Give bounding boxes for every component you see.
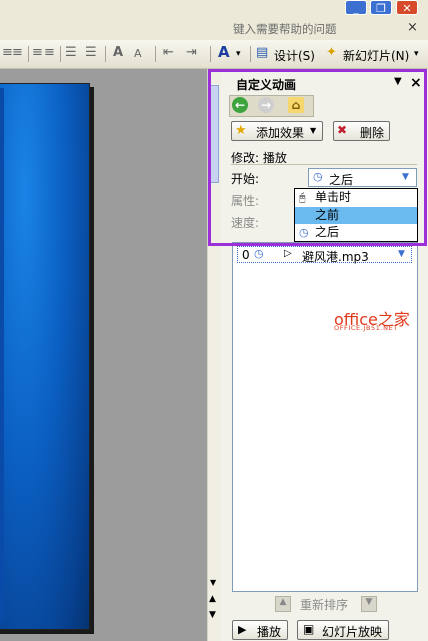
previous-slide-icon[interactable]: ▲ [209,594,216,604]
toolbar-separator [210,46,211,62]
help-close-icon[interactable]: × [407,20,418,35]
increase-font-icon[interactable]: A [113,45,123,60]
design-icon: ▤ [256,45,269,60]
help-search-input[interactable]: 键入需要帮助的问题 [233,21,337,37]
move-down-icon[interactable]: ▼ [361,596,377,612]
reorder-label: 重新排序 [300,598,349,612]
align-right-icon[interactable]: ≡ [32,45,43,60]
restore-button[interactable]: ❐ [370,0,392,15]
chevron-down-icon[interactable]: ▼ [398,249,405,259]
play-button[interactable]: ▶ 播放 [232,620,288,640]
watermark-url: OFFICE.JB51.NET [334,324,398,332]
toolbar-separator [60,46,61,62]
close-button[interactable]: ✕ [396,0,418,15]
increase-indent-icon[interactable]: ⇥ [186,45,197,60]
play-icon: ▶ [238,623,247,636]
justify-icon[interactable]: ≡ [44,45,55,60]
new-slide-icon: ✦ [326,45,337,60]
numbering-icon[interactable]: ☰ [65,45,77,60]
font-color-icon[interactable]: A [218,43,230,61]
effect-list-item[interactable]: 0 ◷ ▷ 避风港.mp3 ▼ [237,246,412,264]
toolbar-overflow-icon[interactable]: ▾ [414,49,419,59]
effect-name: 避风港.mp3 [302,250,369,264]
design-button[interactable]: 设计(S) [274,47,315,64]
clock-icon: ◷ [254,247,264,260]
slideshow-button[interactable]: ▣ 幻灯片放映 [297,620,389,640]
toolbar-separator [155,46,156,62]
scroll-down-icon[interactable]: ▼ [210,578,216,587]
toolbar-separator [250,46,251,62]
slide-edge [0,88,4,623]
decrease-font-icon[interactable]: A [134,47,142,60]
slideshow-label: 幻灯片放映 [322,625,383,639]
toolbar-separator [105,46,106,62]
window-titlebar: _ ❐ ✕ [0,0,428,18]
decrease-indent-icon[interactable]: ⇤ [163,45,174,60]
toolbar-separator [28,46,29,62]
minimize-button[interactable]: _ [345,0,367,15]
play-icon: ▷ [284,248,292,259]
slide-canvas[interactable] [0,83,90,630]
move-up-icon[interactable]: ▲ [275,596,291,612]
font-color-dropdown-icon[interactable]: ▾ [236,49,241,59]
effect-index: 0 [242,248,250,262]
next-slide-icon[interactable]: ▼ [209,610,216,620]
play-label: 播放 [257,625,282,639]
new-slide-button[interactable]: 新幻灯片(N) [343,47,409,64]
bullets-icon[interactable]: ☰ [85,45,97,60]
help-bar: 键入需要帮助的问题 × [0,18,428,40]
highlight-box [208,69,427,246]
slideshow-icon: ▣ [303,622,315,636]
effects-list[interactable] [232,242,418,592]
align-center-icon[interactable]: ≡ [12,45,23,60]
formatting-toolbar: ≡ ≡ ≡ ≡ ☰ ☰ A A ⇤ ⇥ A ▾ ▤ 设计(S) ✦ 新幻灯片(N… [0,40,428,69]
